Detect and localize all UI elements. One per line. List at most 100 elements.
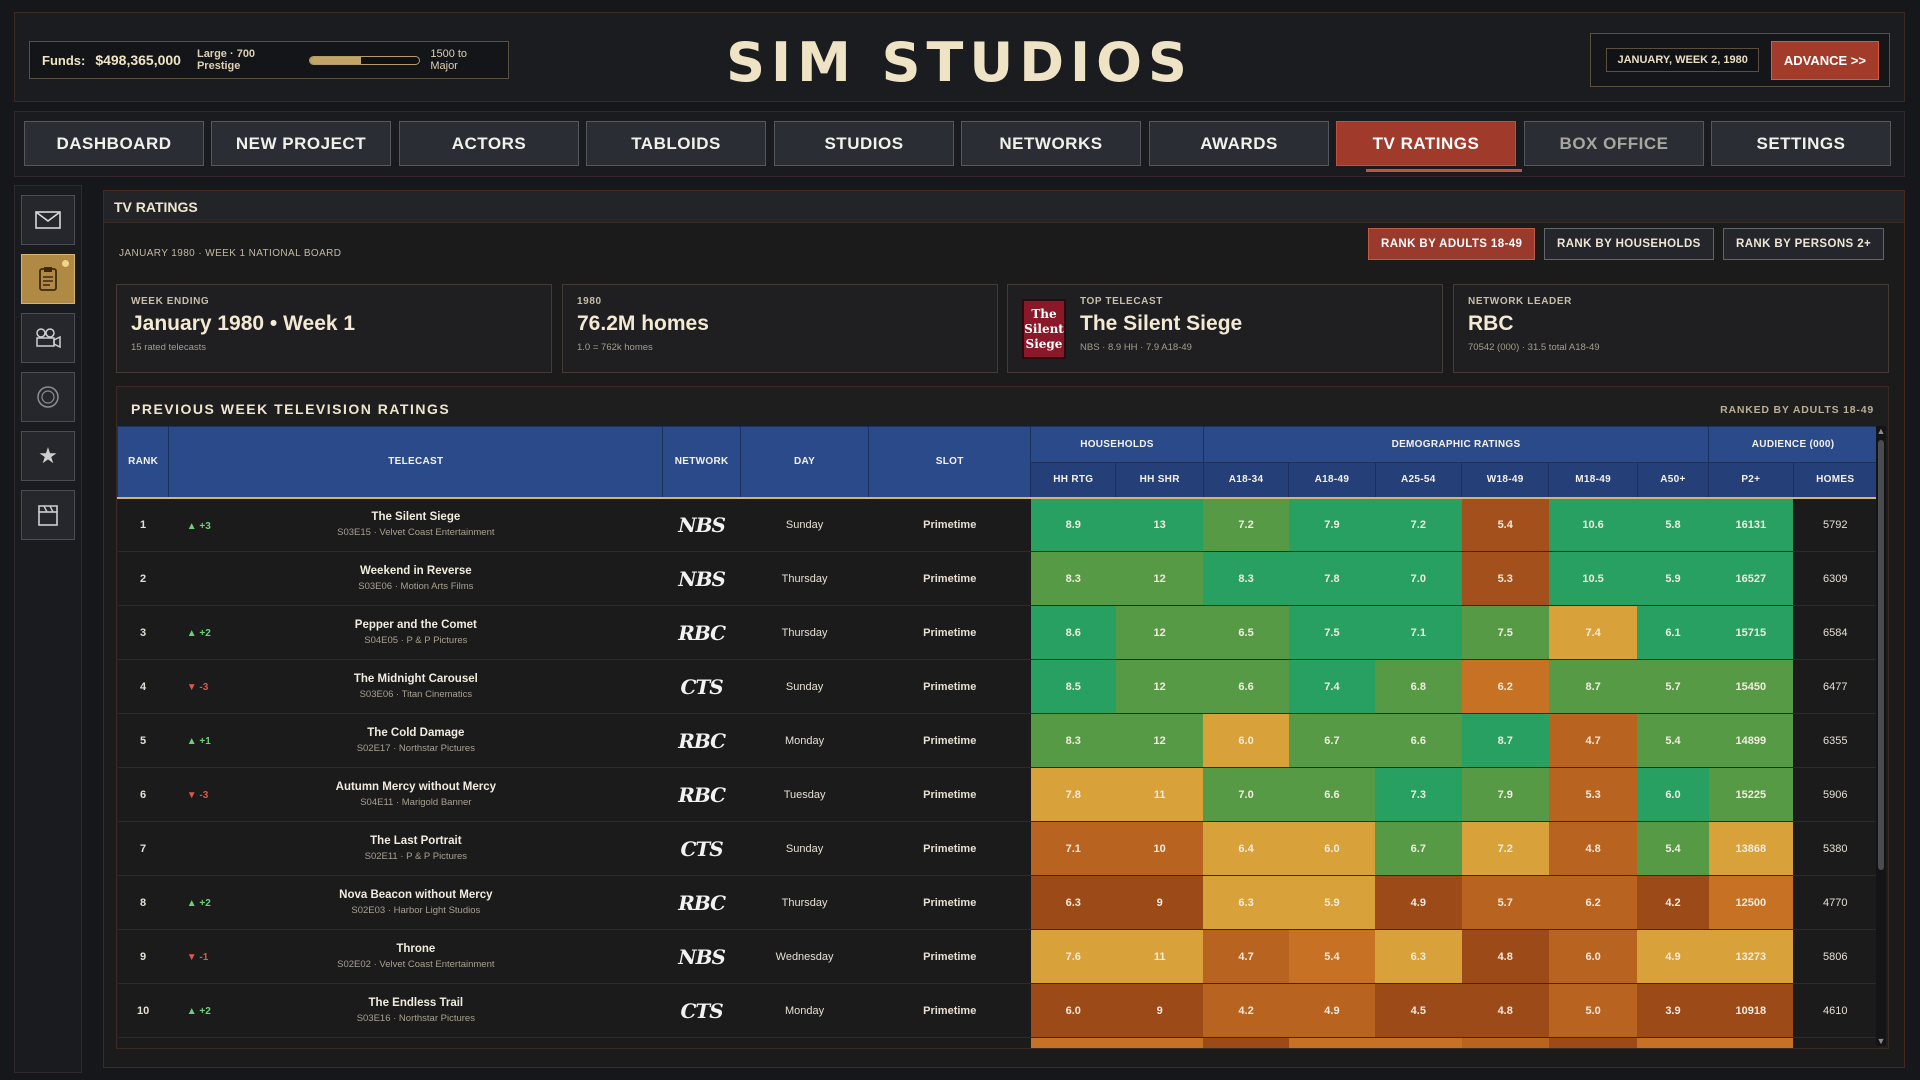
rating-cell: 10 — [1115, 821, 1204, 876]
nav-tab-awards[interactable]: AWARDS — [1149, 121, 1329, 166]
telecast-episode: S02E11 · P & P Pictures — [364, 851, 468, 862]
col-header-network[interactable]: NETWORK — [662, 426, 741, 499]
rank-by-adults-button[interactable]: RANK BY ADULTS 18-49 — [1368, 228, 1536, 260]
table-row[interactable]: 7 The Last Portrait S02E11 · P & P Picture… — [117, 821, 1878, 876]
rating-cell: 6.6 — [1203, 659, 1289, 714]
network-logo: CTS — [662, 983, 741, 1038]
mail-icon[interactable] — [21, 195, 75, 245]
table-row[interactable]: 2 Weekend in Reverse S03E06 · Motion Arts … — [117, 551, 1878, 606]
nav-tab-networks[interactable]: NETWORKS — [961, 121, 1141, 166]
rating-cell: 11 — [1115, 767, 1204, 822]
telecast-cell: ▲ +1 The Cold Damage S02E17 · Northstar Pi… — [168, 713, 663, 768]
rank-by-persons-button[interactable]: RANK BY PERSONS 2+ — [1723, 228, 1885, 260]
advance-button[interactable]: ADVANCE >> — [1770, 40, 1879, 80]
day-cell: Thursday — [740, 605, 869, 660]
rating-cell: 7.1 — [1030, 821, 1116, 876]
rating-cell: 8.7 — [1461, 713, 1549, 768]
col-header-a18-49[interactable]: A18-49 — [1288, 462, 1376, 499]
nav-tab-dashboard[interactable]: DASHBOARD — [24, 121, 204, 166]
telecast-cell: ▲ +2 The Endless Trail S03E16 · Northstar … — [168, 983, 663, 1038]
telecast-title: Pepper and the Comet — [354, 619, 477, 631]
col-header-rank[interactable]: RANK — [117, 426, 170, 499]
table-row[interactable]: Southside InformantRBC — [117, 1037, 1878, 1048]
col-header-homes[interactable]: HOMES — [1792, 462, 1878, 499]
card-sub: 1.0 = 762k homes — [577, 342, 653, 353]
col-header-p2[interactable]: P2+ — [1708, 462, 1794, 499]
day-cell: Wednesday — [740, 929, 869, 984]
rating-cell: 16131 — [1708, 497, 1793, 552]
table-scrollbar[interactable]: ▲ ▼ — [1876, 426, 1886, 1046]
rating-cell: 6.2 — [1548, 875, 1638, 930]
table-row[interactable]: 3 ▲ +2 Pepper and the Comet S04E05 · P & P … — [117, 605, 1878, 660]
telecast-cell: Southside Informant — [168, 1037, 663, 1048]
network-logo: RBC — [662, 713, 741, 768]
col-header-a18-34[interactable]: A18-34 — [1202, 462, 1290, 499]
rating-cell: 4.2 — [1637, 875, 1709, 930]
homes-cell: 6309 — [1793, 551, 1878, 606]
nav-tab-actors[interactable]: ACTORS — [399, 121, 579, 166]
rating-cell: 6.0 — [1637, 767, 1709, 822]
telecast-episode: S03E16 · Northstar Pictures — [356, 1013, 475, 1024]
film-camera-icon[interactable] — [21, 313, 75, 363]
table-row[interactable]: 6 ▼ -3 Autumn Mercy without Mercy S04E11 · … — [117, 767, 1878, 822]
rating-cell: 7.2 — [1203, 497, 1289, 552]
telecast-title: The Silent Siege — [371, 511, 461, 524]
nav-tab-new-project[interactable]: NEW PROJECT — [211, 121, 391, 166]
date-panel: JANUARY, WEEK 2, 1980 ADVANCE >> — [1590, 33, 1890, 87]
star-icon[interactable]: ★ — [21, 431, 75, 481]
col-header-hh-shr[interactable]: HH SHR — [1115, 462, 1204, 499]
nav-tab-tv-ratings[interactable]: TV RATINGS — [1336, 121, 1516, 166]
table-row[interactable]: 10 ▲ +2 The Endless Trail S03E16 · Northsta… — [117, 983, 1878, 1038]
nav-tab-settings[interactable]: SETTINGS — [1711, 121, 1891, 166]
homes-cell: 6355 — [1793, 713, 1878, 768]
rating-cell: 8.6 — [1030, 605, 1116, 660]
telecast-episode: S02E17 · Northstar Pictures — [356, 743, 475, 754]
col-header-telecast[interactable]: TELECAST — [168, 426, 664, 499]
scroll-thumb[interactable] — [1878, 440, 1884, 870]
col-header-slot[interactable]: SLOT — [868, 426, 1032, 499]
homes-cell: 4770 — [1793, 875, 1878, 930]
table-title: PREVIOUS WEEK TELEVISION RATINGS — [131, 401, 451, 417]
nav-tab-studios[interactable]: STUDIOS — [774, 121, 954, 166]
col-header-a50[interactable]: A50+ — [1636, 462, 1710, 499]
table-row[interactable]: 5 ▲ +1 The Cold Damage S02E17 · Northstar P… — [117, 713, 1878, 768]
table-row[interactable]: 8 ▲ +2 Nova Beacon without Mercy S02E03 · H… — [117, 875, 1878, 930]
table-row[interactable]: 9 ▼ -1 Throne S02E02 · Velvet Coast Enterta… — [117, 929, 1878, 984]
rating-cell: 12 — [1115, 713, 1204, 768]
ratings-table-container: PREVIOUS WEEK TELEVISION RATINGS RANKED … — [116, 386, 1889, 1049]
clipboard-icon[interactable] — [21, 254, 75, 304]
rank-change: ▲ +2 — [186, 628, 211, 639]
col-header-a25-54[interactable]: A25-54 — [1374, 462, 1463, 499]
homes-cell: 5906 — [1793, 767, 1878, 822]
rating-cell: 4.8 — [1461, 983, 1549, 1038]
rating-cell: 7.0 — [1375, 551, 1462, 606]
rating-cell: 10.5 — [1548, 551, 1638, 606]
clapperboard-icon[interactable] — [21, 490, 75, 540]
telecast-title: Autumn Mercy without Mercy — [335, 781, 497, 793]
rating-cell: 8.9 — [1030, 497, 1116, 552]
col-header-day[interactable]: DAY — [739, 426, 870, 499]
rating-cell: 6.6 — [1288, 767, 1376, 822]
current-date: JANUARY, WEEK 2, 1980 — [1606, 48, 1759, 72]
rating-cell: 7.5 — [1288, 605, 1376, 660]
nav-tab-box-office[interactable]: BOX OFFICE — [1524, 121, 1704, 166]
scroll-up-icon[interactable]: ▲ — [1876, 426, 1886, 436]
telecast-title: Nova Beacon without Mercy — [339, 889, 493, 901]
rating-cell — [1637, 1037, 1709, 1048]
network-logo: CTS — [662, 821, 741, 876]
card-value: RBC — [1468, 312, 1514, 335]
award-seal-icon[interactable] — [21, 372, 75, 422]
col-header-hh-rtg[interactable]: HH RTG — [1030, 462, 1117, 499]
scroll-down-icon[interactable]: ▼ — [1876, 1036, 1886, 1046]
table-row[interactable]: 1 ▲ +3 The Silent Siege S03E15 · Velvet Coa… — [117, 497, 1878, 552]
table-row[interactable]: 4 ▼ -3 The Midnight Carousel S03E06 · Titan… — [117, 659, 1878, 714]
card-value: The Silent Siege — [1080, 312, 1243, 335]
card-sub: 15 rated telecasts — [131, 342, 206, 353]
col-header-m18-49[interactable]: M18-49 — [1548, 462, 1638, 499]
nav-tab-tabloids[interactable]: TABLOIDS — [586, 121, 766, 166]
rank-by-households-button[interactable]: RANK BY HOUSEHOLDS — [1544, 228, 1714, 260]
col-header-w18-49[interactable]: W18-49 — [1461, 462, 1550, 499]
telecast-title: The Cold Damage — [367, 727, 465, 739]
rating-cell: 5.8 — [1637, 497, 1709, 552]
rating-cell: 7.2 — [1461, 821, 1549, 876]
